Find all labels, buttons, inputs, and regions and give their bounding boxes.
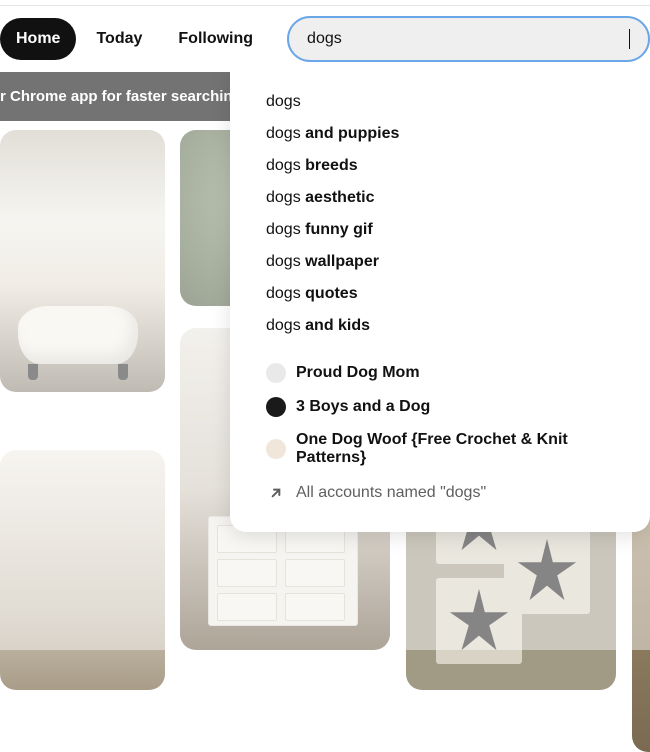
account-name: One Dog Woof {Free Crochet & Knit Patter… bbox=[296, 431, 614, 467]
suggestion-item[interactable]: dogs breeds bbox=[230, 150, 650, 182]
nav-today[interactable]: Today bbox=[80, 18, 158, 60]
search-suggestions-dropdown: dogsdogs and puppiesdogs breedsdogs aest… bbox=[230, 70, 650, 532]
search-box[interactable]: dogs bbox=[287, 16, 650, 62]
suggestion-item[interactable]: dogs aesthetic bbox=[230, 182, 650, 214]
text-caret bbox=[629, 29, 630, 49]
account-suggestion-item[interactable]: One Dog Woof {Free Crochet & Knit Patter… bbox=[230, 424, 650, 474]
search-wrapper: dogs bbox=[287, 16, 650, 62]
account-suggestion-item[interactable]: 3 Boys and a Dog bbox=[230, 390, 650, 424]
nav-following[interactable]: Following bbox=[162, 18, 269, 60]
nav-home[interactable]: Home bbox=[0, 18, 76, 60]
suggestion-item[interactable]: dogs bbox=[230, 86, 650, 118]
account-name: Proud Dog Mom bbox=[296, 364, 420, 382]
account-suggestion-item[interactable]: Proud Dog Mom bbox=[230, 356, 650, 390]
pin-wardrobe[interactable] bbox=[0, 450, 165, 690]
bathtub-leg bbox=[28, 364, 38, 380]
account-name: 3 Boys and a Dog bbox=[296, 398, 430, 416]
account-suggestion-list: Proud Dog Mom 3 Boys and a Dog One Dog Woo… bbox=[230, 356, 650, 474]
chrome-promo-banner[interactable]: r Chrome app for faster searching bbox=[0, 72, 252, 121]
all-accounts-label: All accounts named "dogs" bbox=[296, 484, 486, 502]
bathtub-graphic bbox=[18, 306, 138, 364]
suggestion-item[interactable]: dogs funny gif bbox=[230, 214, 650, 246]
suggestion-item[interactable]: dogs wallpaper bbox=[230, 246, 650, 278]
avatar bbox=[266, 363, 286, 383]
dresser-graphic bbox=[208, 516, 358, 626]
suggestion-item[interactable]: dogs and puppies bbox=[230, 118, 650, 150]
avatar bbox=[266, 439, 286, 459]
avatar bbox=[266, 397, 286, 417]
suggestion-list: dogsdogs and puppiesdogs breedsdogs aest… bbox=[230, 86, 650, 342]
search-input[interactable]: dogs bbox=[307, 30, 629, 48]
arrow-up-right-icon bbox=[266, 483, 286, 503]
bathtub-leg bbox=[118, 364, 128, 380]
suggestion-item[interactable]: dogs quotes bbox=[230, 278, 650, 310]
all-accounts-link[interactable]: All accounts named "dogs" bbox=[230, 474, 650, 512]
header-bar: Home Today Following dogs bbox=[0, 6, 650, 72]
suggestion-item[interactable]: dogs and kids bbox=[230, 310, 650, 342]
pin-bathroom[interactable] bbox=[0, 130, 165, 392]
